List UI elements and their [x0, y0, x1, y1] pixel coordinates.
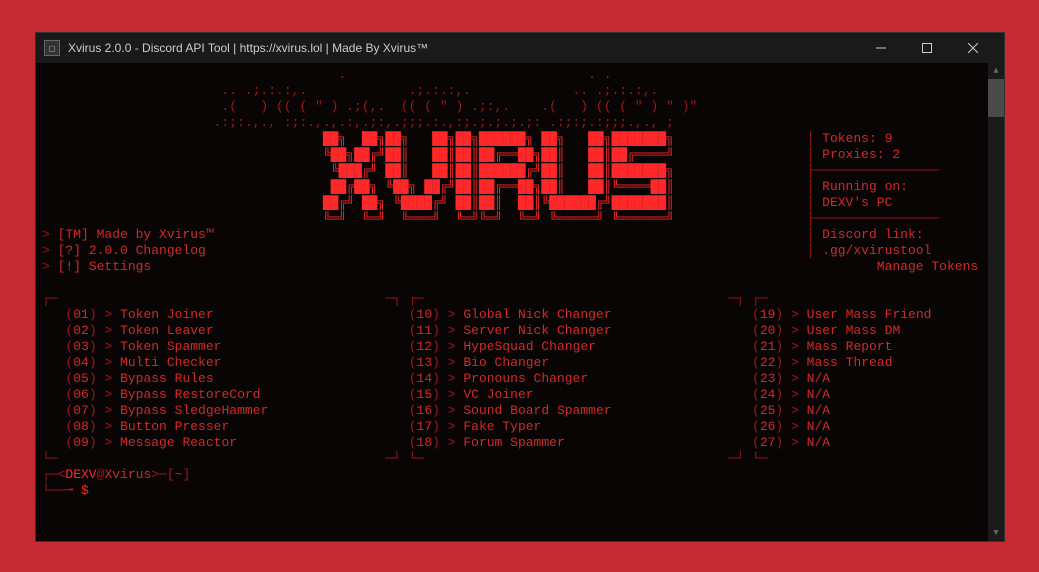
menu-option[interactable]: Bypass RestoreCord [120, 387, 385, 402]
menu-option-number: 21 [760, 339, 776, 354]
right-menu-item[interactable]: Manage Tokens [TKN] [877, 259, 1004, 274]
menu-option[interactable]: Bio Changer [463, 355, 728, 370]
menu-option[interactable]: Forum Spammer [463, 435, 728, 450]
info-line: DEXV's PC [822, 195, 892, 210]
prompt-host: Xvirus [104, 467, 151, 482]
menu-option-number: 26 [760, 419, 776, 434]
left-menu-item[interactable]: [!] Settings [58, 259, 152, 274]
scrollbar-thumb[interactable] [988, 79, 1004, 117]
menu-option-number: 10 [417, 307, 433, 322]
menu-option-number: 08 [73, 419, 89, 434]
app-icon: ▢ [44, 40, 60, 56]
menu-option[interactable]: User Mass Friend [807, 307, 1004, 322]
box-corner: ┌─ ─┐ ┌─ ─┐ ┌─ ─┐ [42, 291, 1004, 306]
menu-option-number: 04 [73, 355, 89, 370]
logo-line: ╚███╔╝ ██║ ██║██║██████╔╝██║ ██║███████╗ [323, 163, 807, 178]
menu-option[interactable]: Bypass SledgeHammer [120, 403, 385, 418]
info-line: Running on: [822, 179, 908, 194]
info-line: Tokens: 9 [822, 131, 892, 146]
menu-option-number: 05 [73, 371, 89, 386]
ascii-smoke: . . . .. .;.:.:,. .;.:.:,. .. .;.:.:,. .… [42, 67, 697, 130]
menu-option-number: 23 [760, 371, 776, 386]
close-button[interactable] [950, 33, 996, 63]
maximize-button[interactable] [904, 33, 950, 63]
logo-line: ╚═╝ ╚═╝ ╚═══╝ ╚═╝╚═╝ ╚═╝ ╚═════╝ ╚══════… [323, 211, 807, 226]
menu-option-number: 25 [760, 403, 776, 418]
menu-option[interactable]: Server Nick Changer [463, 323, 728, 338]
info-line: .gg/xvirustool [822, 243, 931, 258]
menu-option[interactable]: N/A [807, 419, 1004, 434]
menu-option[interactable]: HypeSquad Changer [463, 339, 728, 354]
menu-option[interactable]: N/A [807, 435, 1004, 450]
info-line: Discord link: [822, 227, 923, 242]
menu-option-number: 03 [73, 339, 89, 354]
menu-option-number: 01 [73, 307, 89, 322]
logo-line: ╚██╗██╔╝██║ ██║██║██╔══██╗██║ ██║██╔════… [323, 147, 807, 162]
menu-option-number: 19 [760, 307, 776, 322]
menu-option[interactable]: Token Spammer [120, 339, 385, 354]
logo-line: ██╔██╗ ╚██╗ ██╔╝██║██╔══██╗██║ ██║╚════█… [323, 179, 807, 194]
box-corner: └─ ─┘ └─ ─┘ └─ ─┘ [42, 451, 1004, 466]
menu-option[interactable]: Token Joiner [120, 307, 385, 322]
terminal-window: ▢ Xvirus 2.0.0 - Discord API Tool | http… [35, 32, 1005, 542]
menu-option[interactable]: Global Nick Changer [463, 307, 728, 322]
window-title: Xvirus 2.0.0 - Discord API Tool | https:… [68, 41, 858, 55]
menu-option-number: 09 [73, 435, 89, 450]
prompt-symbol[interactable]: $ [81, 483, 89, 498]
scrollbar[interactable]: ▲ ▼ [988, 63, 1004, 541]
menu-option-number: 17 [417, 419, 433, 434]
scroll-up-arrow[interactable]: ▲ [988, 63, 1004, 79]
info-divider: ├──────────────── [807, 211, 940, 226]
console-output[interactable]: . . . .. .;.:.:,. .;.:.:,. .. .;.:.:,. .… [36, 63, 1004, 541]
menu-option[interactable]: Token Leaver [120, 323, 385, 338]
menu-option-number: 11 [417, 323, 433, 338]
menu-option-number: 14 [417, 371, 433, 386]
window-controls [858, 33, 996, 63]
menu-option-number: 22 [760, 355, 776, 370]
menu-option[interactable]: Bypass Rules [120, 371, 385, 386]
menu-option[interactable]: Pronouns Changer [463, 371, 728, 386]
menu-option[interactable]: N/A [807, 371, 1004, 386]
menu-option[interactable]: N/A [807, 403, 1004, 418]
menu-option[interactable]: VC Joiner [463, 387, 728, 402]
titlebar[interactable]: ▢ Xvirus 2.0.0 - Discord API Tool | http… [36, 33, 1004, 63]
menu-option[interactable]: User Mass DM [807, 323, 1004, 338]
menu-option-number: 24 [760, 387, 776, 402]
menu-option[interactable]: Mass Thread [807, 355, 1004, 370]
left-menu-item[interactable]: [?] 2.0.0 Changelog [58, 243, 206, 258]
menu-option-number: 18 [417, 435, 433, 450]
menu-option[interactable]: Button Presser [120, 419, 385, 434]
menu-option[interactable]: Sound Board Spammer [463, 403, 728, 418]
info-divider: ├──────────────── [807, 163, 940, 178]
menu-option[interactable]: Mass Report [807, 339, 1004, 354]
menu-option-number: 16 [417, 403, 433, 418]
menu-option[interactable]: Multi Checker [120, 355, 385, 370]
menu-option[interactable]: Message Reactor [120, 435, 385, 450]
prompt-user: DEXV [65, 467, 96, 482]
minimize-button[interactable] [858, 33, 904, 63]
left-menu-item[interactable]: [TM] Made by Xvirus™ [58, 227, 214, 242]
menu-option-number: 27 [760, 435, 776, 450]
menu-option[interactable]: N/A [807, 387, 1004, 402]
menu-option[interactable]: Fake Typer [463, 419, 728, 434]
menu-option-number: 02 [73, 323, 89, 338]
menu-option-number: 07 [73, 403, 89, 418]
menu-option-number: 13 [417, 355, 433, 370]
menu-option-number: 06 [73, 387, 89, 402]
menu-option-number: 20 [760, 323, 776, 338]
logo-line: ██╔╝ ██╗ ╚████╔╝ ██║██║ ██║╚██████╔╝████… [323, 195, 807, 210]
scroll-down-arrow[interactable]: ▼ [988, 525, 1004, 541]
menu-option-number: 15 [417, 387, 433, 402]
menu-option-number: 12 [417, 339, 433, 354]
logo-line: ██╗ ██╗██╗ ██╗██╗██████╗ ██╗ ██╗███████╗ [323, 131, 807, 146]
info-line: Proxies: 2 [822, 147, 900, 162]
